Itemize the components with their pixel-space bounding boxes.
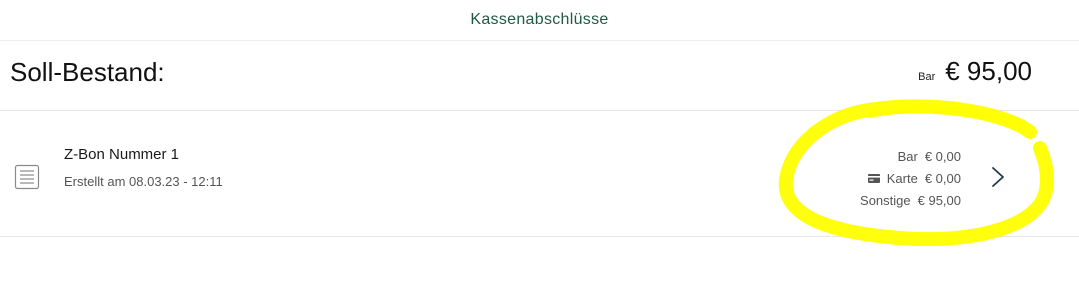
z-report-created-date: Erstellt am 08.03.23 - 12:11 — [64, 174, 223, 189]
breakdown-card-amount: € 0,00 — [924, 170, 961, 186]
z-report-row[interactable]: Z-Bon Nummer 1 Erstellt am 08.03.23 - 12… — [0, 111, 1079, 237]
page-title: Kassenabschlüsse — [470, 11, 609, 28]
payment-breakdown: Bar € 0,00 Karte € 0,00 Sonstige € 95,00 — [860, 145, 961, 211]
target-balance-value: Bar € 95,00 — [918, 56, 1032, 87]
breakdown-cash: Bar € 0,00 — [860, 145, 961, 167]
breakdown-card: Karte € 0,00 — [860, 167, 961, 189]
breakdown-other-label: Sonstige — [860, 192, 911, 208]
page: Kassenabschlüsse Soll-Bestand: Bar € 95,… — [0, 0, 1079, 295]
header-bar: Kassenabschlüsse — [0, 0, 1079, 41]
document-icon — [14, 164, 40, 190]
breakdown-cash-amount: € 0,00 — [924, 148, 961, 164]
target-balance-amount: € 95,00 — [945, 56, 1032, 86]
z-report-title: Z-Bon Nummer 1 — [64, 146, 180, 163]
breakdown-cash-label: Bar — [897, 148, 918, 164]
target-balance-summary: Soll-Bestand: Bar € 95,00 — [0, 41, 1079, 111]
breakdown-card-label: Karte — [886, 170, 918, 186]
credit-card-icon — [867, 173, 880, 183]
chevron-right-icon[interactable] — [990, 165, 1006, 189]
breakdown-other: Sonstige € 95,00 — [860, 189, 961, 211]
target-balance-label: Soll-Bestand: — [10, 57, 165, 87]
target-balance-method: Bar — [918, 71, 936, 83]
breakdown-other-amount: € 95,00 — [917, 192, 961, 208]
